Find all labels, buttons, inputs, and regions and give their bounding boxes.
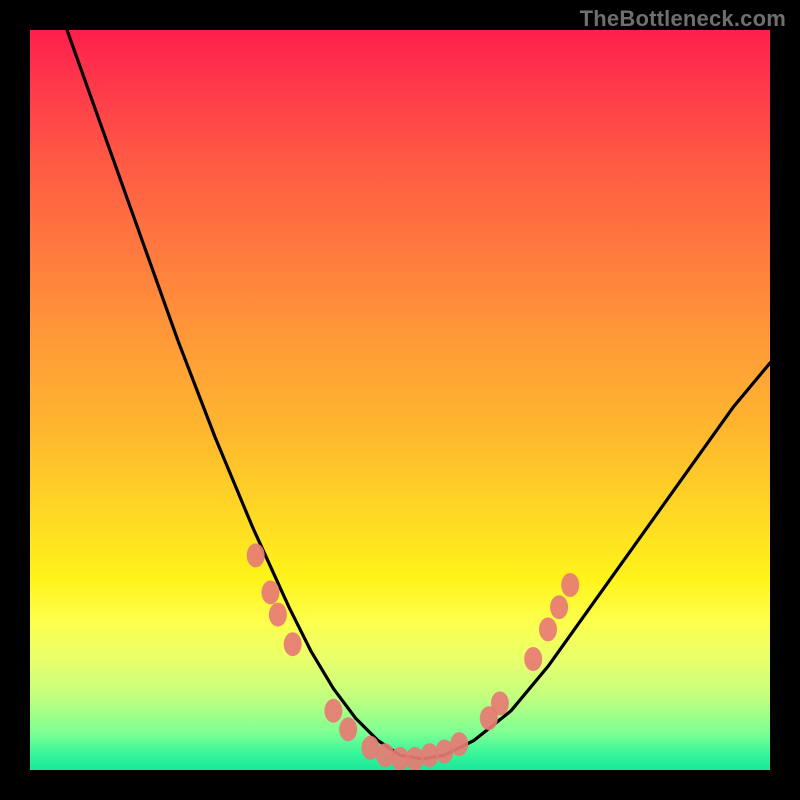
- marker-dot: [561, 573, 579, 597]
- marker-dot: [269, 603, 287, 627]
- chart-stage: TheBottleneck.com: [0, 0, 800, 800]
- marker-dot: [491, 691, 509, 715]
- bottleneck-curve: [67, 30, 770, 759]
- marker-dot: [284, 632, 302, 656]
- marker-dot: [450, 732, 468, 756]
- marker-dot: [539, 617, 557, 641]
- marker-dot: [324, 699, 342, 723]
- curve-svg: [30, 30, 770, 770]
- marker-dot: [247, 543, 265, 567]
- marker-group: [247, 543, 580, 770]
- plot-area: [30, 30, 770, 770]
- marker-dot: [524, 647, 542, 671]
- marker-dot: [262, 580, 280, 604]
- watermark-text: TheBottleneck.com: [580, 6, 786, 32]
- marker-dot: [550, 595, 568, 619]
- marker-dot: [339, 717, 357, 741]
